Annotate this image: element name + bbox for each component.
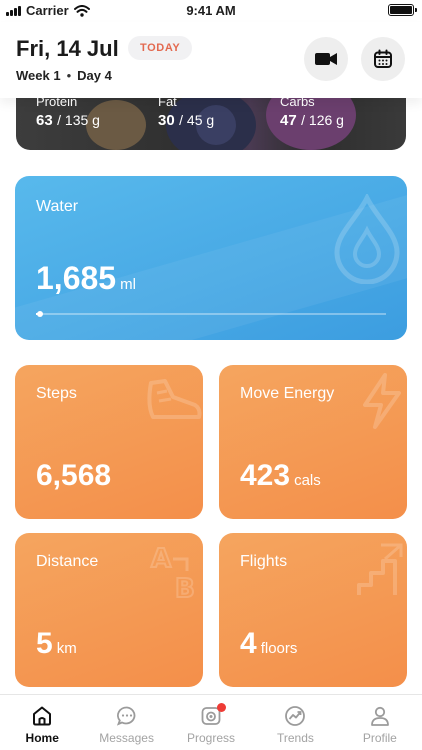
tab-profile[interactable]: Profile <box>338 695 422 750</box>
today-badge[interactable]: TODAY <box>128 36 193 60</box>
video-camera-icon <box>315 53 337 65</box>
tab-messages[interactable]: Messages <box>84 695 168 750</box>
shoe-icon <box>147 379 202 419</box>
battery-icon <box>388 4 417 16</box>
water-progress-bar <box>36 311 386 317</box>
tab-home-label: Home <box>25 731 59 745</box>
tab-progress[interactable]: Progress <box>169 695 253 750</box>
water-value: 1,685 ml <box>36 260 136 296</box>
trend-icon <box>285 706 306 726</box>
distance-title: Distance <box>36 553 99 570</box>
flights-value: 4 floors <box>240 627 298 660</box>
person-icon <box>370 706 389 726</box>
tab-messages-label: Messages <box>99 731 154 745</box>
carbs-value: 47 / 126 g <box>280 112 344 129</box>
svg-text:A: A <box>151 544 171 574</box>
header: Fri, 14 Jul TODAY Week 1 • Day 4 <box>0 22 422 98</box>
water-title: Water <box>36 198 79 215</box>
calendar-icon <box>374 49 392 68</box>
lightning-icon <box>363 373 401 429</box>
steps-card[interactable]: Steps 6,568 <box>15 365 203 519</box>
calendar-button[interactable] <box>361 37 405 81</box>
move-energy-card[interactable]: Move Energy 423 cals <box>219 365 407 519</box>
page-title: Fri, 14 Jul <box>16 36 119 61</box>
tab-bar: Home Messages Progress Trends Profile <box>0 694 422 750</box>
distance-value: 5 km <box>36 627 77 660</box>
home-icon <box>33 706 52 726</box>
protein-value: 63 / 135 g <box>36 112 100 129</box>
steps-title: Steps <box>36 385 77 402</box>
status-time: 9:41 AM <box>186 3 236 18</box>
stairs-icon <box>357 543 403 595</box>
water-card[interactable]: Water 1,685 ml <box>15 176 407 340</box>
notification-dot <box>217 703 227 712</box>
week-label: Week 1 <box>16 68 61 83</box>
flights-card[interactable]: Flights 4 floors <box>219 533 407 687</box>
video-button[interactable] <box>304 37 348 81</box>
water-drop-icon <box>334 194 400 284</box>
tab-progress-label: Progress <box>187 731 236 745</box>
a-to-b-icon: AB <box>150 543 196 601</box>
tab-trends-label: Trends <box>276 731 314 745</box>
fat-value: 30 / 45 g <box>158 112 215 129</box>
status-bar: Carrier 9:41 AM <box>0 0 422 22</box>
flights-title: Flights <box>240 553 288 570</box>
svg-text:B: B <box>175 574 195 601</box>
day-label: Day 4 <box>77 68 112 83</box>
chat-icon <box>116 706 135 726</box>
tab-profile-label: Profile <box>362 731 397 745</box>
tab-trends[interactable]: Trends <box>253 695 337 750</box>
week-day-subtitle: Week 1 • Day 4 <box>16 68 112 83</box>
tab-home[interactable]: Home <box>0 695 84 750</box>
distance-card[interactable]: AB Distance 5 km <box>15 533 203 687</box>
move-energy-title: Move Energy <box>240 385 335 402</box>
steps-value: 6,568 <box>36 459 112 492</box>
move-energy-value: 423 cals <box>240 459 321 492</box>
